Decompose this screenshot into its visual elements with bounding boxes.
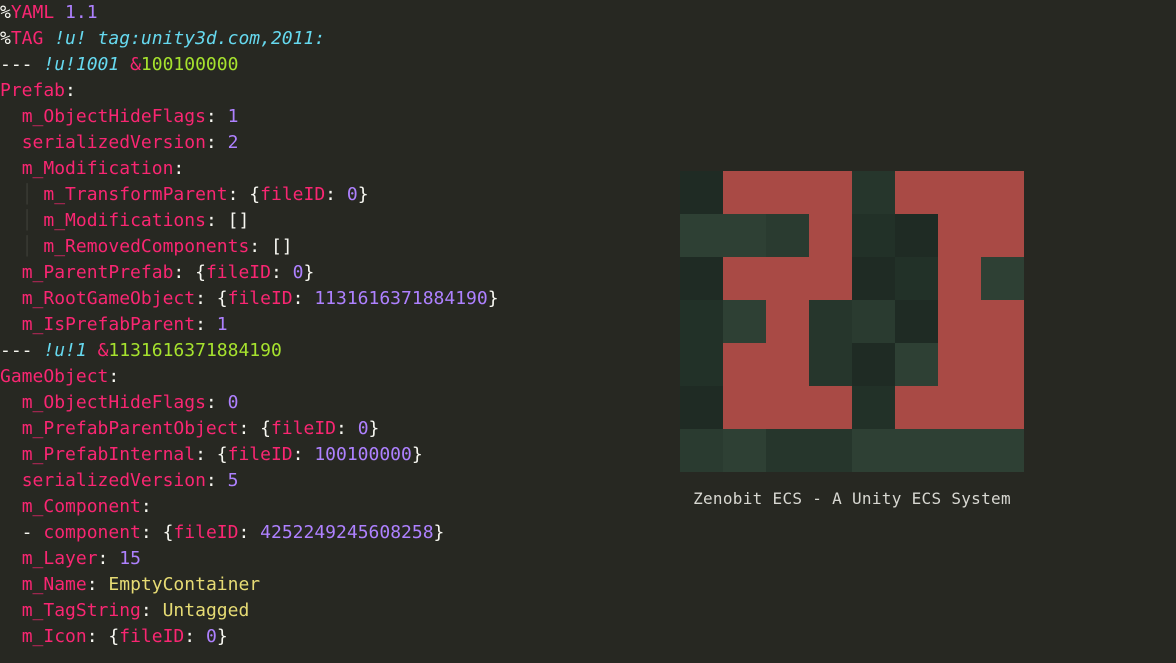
- logo-pixel: [895, 429, 938, 472]
- preview-pane: Zenobit ECS - A Unity ECS System: [600, 0, 1176, 663]
- logo-pixel: [680, 343, 723, 386]
- code-editor: %YAML 1.1%TAG !u! tag:unity3d.com,2011:-…: [0, 0, 600, 663]
- logo-pixel: [938, 386, 981, 429]
- logo-pixel: [723, 171, 766, 214]
- logo-pixel: [938, 257, 981, 300]
- logo-pixel: [680, 171, 723, 214]
- logo-pixel: [895, 171, 938, 214]
- code-line: %TAG !u! tag:unity3d.com,2011:: [0, 26, 600, 52]
- logo-pixel: [852, 214, 895, 257]
- logo-pixel: [809, 214, 852, 257]
- logo-pixel: [766, 386, 809, 429]
- logo-pixel: [981, 214, 1024, 257]
- logo-pixel: [766, 343, 809, 386]
- logo-pixel: [938, 214, 981, 257]
- code-line: Prefab:: [0, 78, 600, 104]
- logo-pixel: [852, 386, 895, 429]
- code-line: m_ObjectHideFlags: 0: [0, 390, 600, 416]
- code-line: m_Icon: {fileID: 0}: [0, 624, 600, 650]
- code-line: --- !u!1001 &100100000: [0, 52, 600, 78]
- code-line: m_Layer: 15: [0, 546, 600, 572]
- logo-pixel: [680, 429, 723, 472]
- logo-pixel: [938, 171, 981, 214]
- logo-pixel: [809, 300, 852, 343]
- code-line: serializedVersion: 2: [0, 130, 600, 156]
- logo-pixel: [680, 300, 723, 343]
- code-line: m_IsPrefabParent: 1: [0, 312, 600, 338]
- logo-pixel: [938, 429, 981, 472]
- code-line: - component: {fileID: 4252249245608258}: [0, 520, 600, 546]
- zenobit-logo-icon: [680, 171, 1024, 472]
- logo-pixel: [981, 300, 1024, 343]
- logo-pixel: [981, 257, 1024, 300]
- logo-pixel: [723, 386, 766, 429]
- logo-pixel: [723, 257, 766, 300]
- logo-pixel: [766, 300, 809, 343]
- code-line: m_ObjectHideFlags: 1: [0, 104, 600, 130]
- logo-pixel: [981, 429, 1024, 472]
- logo-pixel: [809, 429, 852, 472]
- logo-caption: Zenobit ECS - A Unity ECS System: [680, 486, 1024, 512]
- logo-pixel: [766, 429, 809, 472]
- logo-pixel: [895, 386, 938, 429]
- code-line: serializedVersion: 5: [0, 468, 600, 494]
- code-line: m_Component:: [0, 494, 600, 520]
- logo-pixel: [895, 343, 938, 386]
- logo-pixel: [895, 257, 938, 300]
- logo-pixel: [852, 429, 895, 472]
- logo-pixel: [766, 171, 809, 214]
- logo-pixel: [809, 257, 852, 300]
- logo-pixel: [852, 343, 895, 386]
- code-line: m_Modification:: [0, 156, 600, 182]
- code-line: GameObject:: [0, 364, 600, 390]
- logo-pixel: [981, 386, 1024, 429]
- logo-pixel: [680, 386, 723, 429]
- logo-pixel: [723, 429, 766, 472]
- logo-pixel: [723, 300, 766, 343]
- logo-pixel: [809, 343, 852, 386]
- logo-pixel: [766, 257, 809, 300]
- code-line: │ m_RemovedComponents: []: [0, 234, 600, 260]
- logo-pixel: [852, 257, 895, 300]
- code-line: m_TagString: Untagged: [0, 598, 600, 624]
- logo-pixel: [723, 214, 766, 257]
- logo-pixel: [680, 257, 723, 300]
- logo-pixel: [938, 300, 981, 343]
- logo-pixel: [680, 214, 723, 257]
- code-line: │ m_TransformParent: {fileID: 0}: [0, 182, 600, 208]
- logo-pixel: [766, 214, 809, 257]
- logo-pixel: [981, 171, 1024, 214]
- logo-pixel: [895, 300, 938, 343]
- code-line: │ m_Modifications: []: [0, 208, 600, 234]
- logo-pixel: [852, 171, 895, 214]
- code-line: m_PrefabParentObject: {fileID: 0}: [0, 416, 600, 442]
- logo-pixel: [809, 386, 852, 429]
- code-line: m_PrefabInternal: {fileID: 100100000}: [0, 442, 600, 468]
- code-line: m_Name: EmptyContainer: [0, 572, 600, 598]
- logo-pixel: [723, 343, 766, 386]
- logo-pixel: [981, 343, 1024, 386]
- code-line: --- !u!1 &1131616371884190: [0, 338, 600, 364]
- logo-pixel: [938, 343, 981, 386]
- logo-pixel: [809, 171, 852, 214]
- logo-pixel: [895, 214, 938, 257]
- code-line: %YAML 1.1: [0, 0, 600, 26]
- code-line: m_RootGameObject: {fileID: 1131616371884…: [0, 286, 600, 312]
- code-line: m_ParentPrefab: {fileID: 0}: [0, 260, 600, 286]
- logo-pixel: [852, 300, 895, 343]
